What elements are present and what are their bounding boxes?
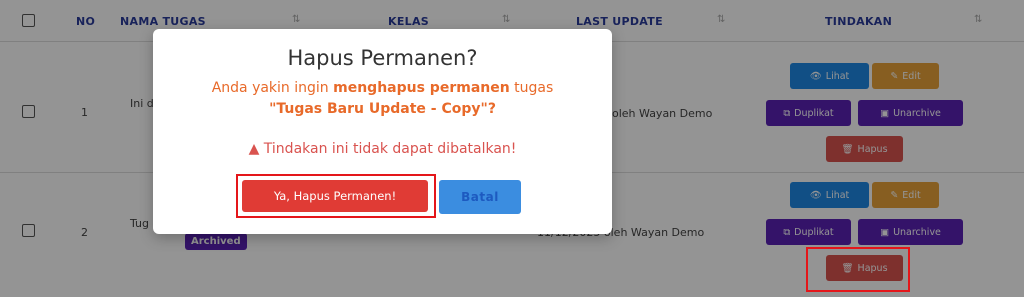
confirm-delete-button[interactable]: Ya, Hapus Permanen! [242, 180, 428, 212]
warning-icon: ▲ [248, 141, 260, 157]
dialog-warning: ▲ Tindakan ini tidak dapat dibatalkan! [248, 141, 517, 157]
cancel-button[interactable]: Batal [439, 180, 521, 214]
confirm-dialog: Hapus Permanen? Anda yakin ingin menghap… [153, 29, 612, 234]
dialog-task-name: "Tugas Baru Update - Copy"? [269, 101, 496, 117]
highlight-frame-hapus [806, 247, 910, 292]
dialog-message-line1: Anda yakin ingin menghapus permanen tuga… [211, 80, 554, 96]
dialog-title: Hapus Permanen? [287, 46, 478, 70]
